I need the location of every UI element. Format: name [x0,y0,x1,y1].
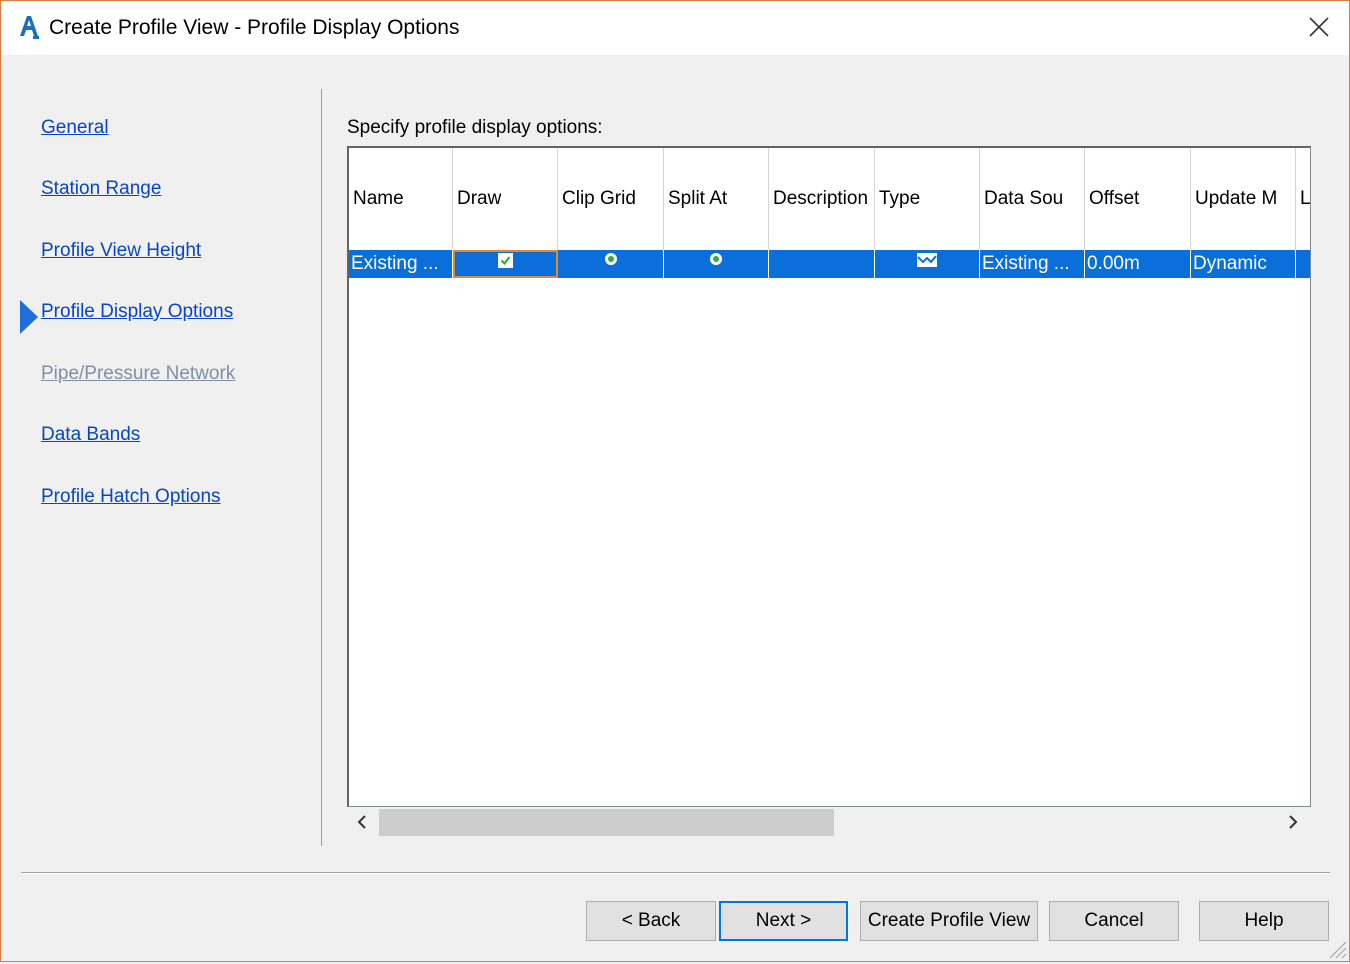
column-header-draw[interactable]: Draw [453,148,558,250]
column-header-offset[interactable]: Offset [1085,148,1191,250]
autocad-civil-a-icon [17,14,41,40]
nav-link-station-range[interactable]: Station Range [41,178,161,200]
column-header-type[interactable]: Type [875,148,980,250]
panel-label: Specify profile display options: [347,117,603,138]
column-header-data-source[interactable]: Data Sou [980,148,1085,250]
current-step-arrow-icon [20,300,38,334]
nav-link-pipe-pressure-network: Pipe/Pressure Network [41,363,236,384]
nav-link-profile-view-height[interactable]: Profile View Height [41,240,201,262]
cell-name[interactable]: Existing ... [349,250,453,278]
close-icon [1309,17,1329,37]
cell-split-at[interactable] [664,250,769,278]
grid-header: Name Draw Clip Grid Split At Description… [349,148,1310,250]
radio-selected-icon [607,256,614,262]
radio-selected-icon [713,256,719,262]
nav-link-profile-display-options[interactable]: Profile Display Options [41,301,233,323]
profile-options-grid[interactable]: Name Draw Clip Grid Split At Description… [347,146,1311,807]
scroll-left-button[interactable] [347,807,377,837]
checkmark-icon [500,256,510,266]
cell-data-source[interactable]: Existing ... [980,250,1085,278]
nav-link-general[interactable]: General [41,117,109,139]
cell-clip-grid[interactable] [558,250,664,278]
cell-offset[interactable]: 0.00m [1085,250,1191,278]
clip-grid-radio[interactable] [604,253,617,265]
vertical-separator [321,89,322,846]
cell-l[interactable] [1296,250,1310,278]
column-header-update-mode[interactable]: Update M [1191,148,1296,250]
scrollbar-thumb[interactable] [379,809,834,836]
column-header-description[interactable]: Description [769,148,875,250]
column-header-name[interactable]: Name [349,148,453,250]
table-row[interactable]: Existing ... Existing ... 0.00m Dynamic [349,250,1310,278]
column-header-split-at[interactable]: Split At [664,148,769,250]
nav-link-profile-hatch-options[interactable]: Profile Hatch Options [41,486,221,508]
column-header-l[interactable]: L [1296,148,1310,250]
footer-separator-highlight [21,873,1330,874]
draw-checkbox[interactable] [497,253,513,268]
dialog-window: Create Profile View - Profile Display Op… [0,0,1350,962]
cell-description[interactable] [769,250,875,278]
split-at-radio[interactable] [710,253,722,265]
column-header-clip-grid[interactable]: Clip Grid [558,148,664,250]
nav-link-data-bands[interactable]: Data Bands [41,424,140,446]
create-profile-view-button[interactable]: Create Profile View [860,901,1038,941]
wizard-navigation: General Station Range Profile View Heigh… [1,56,321,846]
cell-draw[interactable] [453,250,558,278]
help-button[interactable]: Help [1199,901,1329,941]
next-button[interactable]: Next > [719,901,848,941]
cell-type[interactable] [875,250,980,278]
horizontal-scrollbar[interactable] [347,807,1308,837]
chevron-right-icon [1289,815,1298,829]
cell-update-mode[interactable]: Dynamic [1191,250,1296,278]
close-button[interactable] [1301,9,1337,45]
window-title: Create Profile View - Profile Display Op… [49,16,460,39]
cancel-button[interactable]: Cancel [1049,901,1179,941]
title-bar: Create Profile View - Profile Display Op… [1,1,1349,55]
chevron-left-icon [357,815,366,829]
profile-type-icon [917,253,937,267]
scroll-right-button[interactable] [1278,807,1308,837]
resize-grip-icon[interactable] [1325,937,1347,959]
back-button[interactable]: < Back [586,901,716,941]
